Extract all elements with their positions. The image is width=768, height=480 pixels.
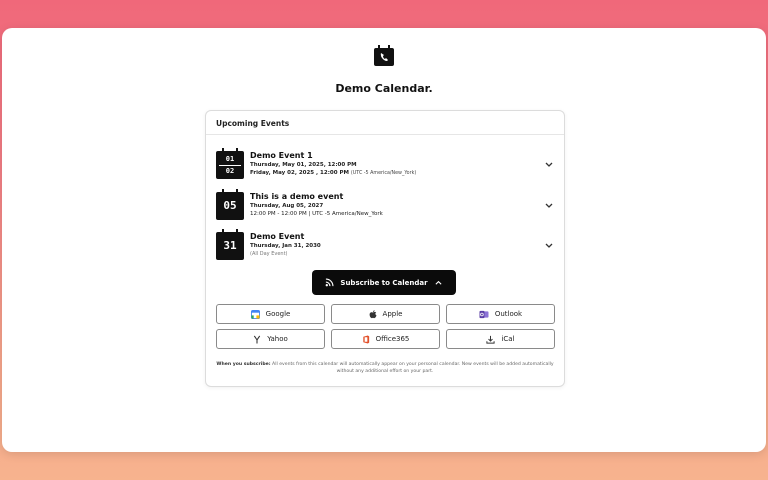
outlook-button[interactable]: Outlook [446, 304, 555, 324]
chevron-down-icon[interactable] [544, 202, 554, 210]
event-day: 31 [223, 239, 237, 252]
apple-label: Apple [382, 310, 403, 318]
browser-window: Demo Calendar. Upcoming Events 01 02 Dem… [2, 28, 766, 452]
event-item[interactable]: 31 Demo Event Thursday, Jan 31, 2030 (Al… [214, 229, 556, 268]
yahoo-label: Yahoo [267, 335, 288, 343]
yahoo-icon [254, 335, 261, 344]
chevron-down-icon[interactable] [544, 161, 554, 169]
footnote-lead: When you subscribe: [216, 362, 271, 367]
event-title: This is a demo event [250, 192, 344, 201]
outlook-label: Outlook [494, 310, 523, 318]
event-item[interactable]: 05 This is a demo event Thursday, Aug 05… [214, 189, 556, 228]
chevron-down-icon[interactable] [544, 242, 554, 250]
event-end: Friday, May 02, 2025 , 12:00 PM [250, 170, 349, 176]
calendar-date-icon: 31 [216, 229, 244, 260]
office365-button[interactable]: Office365 [331, 329, 440, 349]
apple-button[interactable]: Apple [331, 304, 440, 324]
upcoming-events-card: Upcoming Events 01 02 Demo Event 1 Thurs… [205, 110, 565, 387]
date-end: 02 [225, 167, 235, 175]
office365-icon [362, 334, 369, 344]
event-item[interactable]: 01 02 Demo Event 1 Thursday, May 01, 202… [214, 148, 556, 187]
event-start: Thursday, May 01, 2025, 12:00 PM [250, 162, 357, 168]
calendar-date-icon: 05 [216, 189, 244, 220]
subscribe-footnote: When you subscribe: All events from this… [216, 361, 554, 375]
calendar-title: Demo Calendar. [335, 82, 433, 95]
rss-icon [326, 278, 334, 287]
calendar-phone-logo-icon [374, 45, 394, 66]
event-time: 12:00 PM - 12:00 PM | UTC -5 America/New… [250, 211, 383, 217]
event-timezone: (UTC -5 America/New_York) [350, 171, 417, 176]
ical-button[interactable]: iCal [446, 329, 555, 349]
download-icon [486, 335, 496, 344]
card-header: Upcoming Events [206, 111, 564, 135]
event-date: Thursday, Jan 31, 2030 [250, 243, 321, 249]
calendar-date-icon: 01 02 [216, 148, 244, 179]
yahoo-button[interactable]: Yahoo [216, 329, 325, 349]
apple-icon [369, 309, 376, 318]
google-calendar-icon [250, 309, 260, 319]
event-title: Demo Event [250, 232, 305, 241]
event-title: Demo Event 1 [250, 151, 313, 160]
outlook-icon [479, 310, 489, 318]
office365-label: Office365 [375, 335, 410, 343]
subscribe-label: Subscribe to Calendar [340, 278, 428, 287]
date-start: 01 [225, 155, 235, 163]
event-day: 05 [223, 199, 237, 212]
chevron-up-icon [435, 280, 442, 285]
subscribe-button[interactable]: Subscribe to Calendar [312, 270, 456, 295]
event-note: (All Day Event) [250, 251, 288, 257]
google-button[interactable]: Google [216, 304, 325, 324]
google-label: Google [265, 310, 291, 318]
ical-label: iCal [501, 335, 515, 343]
event-date: Thursday, Aug 05, 2027 [250, 203, 324, 209]
footnote-text: All events from this calendar will autom… [272, 362, 554, 374]
